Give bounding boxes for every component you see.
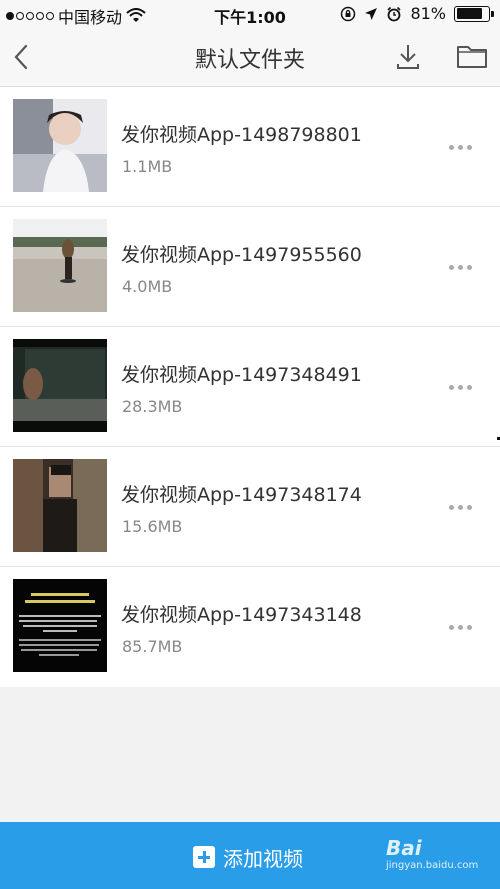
list-item[interactable]: 发你视频App-1497343148 85.7MB <box>0 567 500 687</box>
battery-fill <box>456 8 482 19</box>
more-options-button[interactable] <box>440 497 480 517</box>
list-item[interactable]: 发你视频App-1497955560 4.0MB <box>0 207 500 327</box>
video-file-list: 发你视频App-1498798801 1.1MB 发你视频App-1497955… <box>0 87 500 687</box>
folder-icon[interactable] <box>456 42 488 70</box>
video-thumbnail <box>13 219 107 312</box>
add-video-label: 添加视频 <box>223 846 303 871</box>
alarm-icon <box>387 6 402 21</box>
list-item[interactable]: 发你视频App-1497348174 15.6MB <box>0 447 500 567</box>
file-size: 1.1MB <box>122 157 173 176</box>
video-thumbnail <box>13 339 107 432</box>
video-thumbnail <box>13 99 107 192</box>
file-size: 85.7MB <box>122 637 183 656</box>
file-name: 发你视频App-1497955560 <box>121 244 362 266</box>
file-size: 4.0MB <box>122 277 173 296</box>
battery-icon <box>454 5 494 22</box>
add-video-button[interactable]: 添加视频 <box>193 842 303 872</box>
orientation-lock-icon <box>341 6 356 21</box>
file-name: 发你视频App-1497348174 <box>121 484 362 506</box>
file-name: 发你视频App-1498798801 <box>121 124 362 146</box>
battery-percent: 81% <box>410 4 446 23</box>
file-size: 28.3MB <box>122 397 183 416</box>
watermark-url: jingyan.baidu.com <box>386 860 479 871</box>
baidu-watermark: Bai jingyan.baidu.com <box>386 836 478 871</box>
more-options-button[interactable] <box>440 257 480 277</box>
file-name: 发你视频App-1497343148 <box>121 604 362 626</box>
location-icon <box>365 7 378 20</box>
plus-icon <box>193 846 215 868</box>
bottom-action-bar: 添加视频 Bai jingyan.baidu.com <box>0 822 500 889</box>
file-size: 15.6MB <box>122 517 183 536</box>
video-thumbnail <box>13 459 107 552</box>
status-right: 81% <box>340 4 494 23</box>
navigation-bar: 默认文件夹 <box>0 28 500 87</box>
page-title: 默认文件夹 <box>194 48 305 73</box>
more-options-button[interactable] <box>440 377 480 397</box>
watermark-logo: Bai <box>386 836 422 860</box>
more-options-button[interactable] <box>440 137 480 157</box>
file-name: 发你视频App-1497348491 <box>121 364 362 386</box>
list-item[interactable]: 发你视频App-1498798801 1.1MB <box>0 87 500 207</box>
status-bar: 中国移动 下午1:00 81% <box>0 0 500 28</box>
list-item[interactable]: 发你视频App-1497348491 28.3MB <box>0 327 500 447</box>
more-options-button[interactable] <box>440 617 480 637</box>
download-icon[interactable] <box>394 42 422 72</box>
video-thumbnail <box>13 579 107 672</box>
